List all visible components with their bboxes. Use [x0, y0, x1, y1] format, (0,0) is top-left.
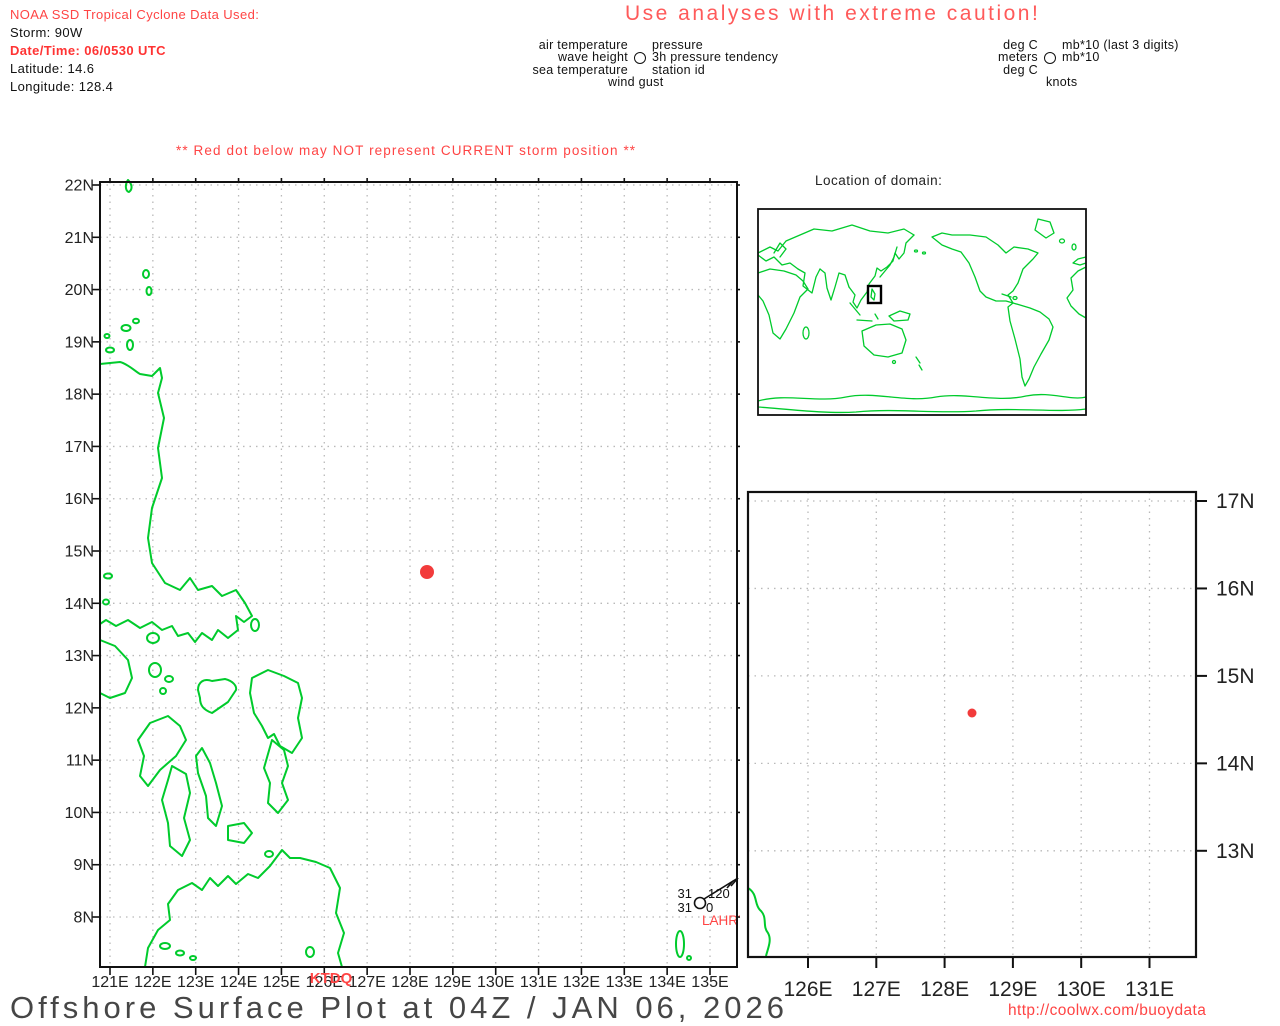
x-tick-label: 134E: [648, 974, 685, 991]
storm-position-dot: [420, 565, 434, 579]
datetime-line: Date/Time: 06/0530 UTC: [10, 43, 166, 58]
station-plot-units: deg C mb*10 (last 3 digits) meters mb*10…: [928, 39, 1179, 89]
y-tick-label: 20N: [65, 282, 94, 299]
x-tick-label: 130E: [477, 974, 514, 991]
station-sea-temp: 31: [678, 900, 692, 915]
y-tick-label: 16N: [1216, 577, 1255, 600]
y-tick-label: 14N: [1216, 752, 1255, 775]
station-plot-legend: air temperature pressure wave height 3h …: [520, 39, 778, 89]
y-tick-label: 9N: [74, 857, 94, 874]
data-source-line: NOAA SSD Tropical Cyclone Data Used:: [10, 7, 260, 22]
storm-position-warning: ** Red dot below may NOT represent CURRE…: [176, 143, 637, 158]
y-tick-label: 13N: [1216, 840, 1255, 863]
station-circle-icon: [693, 896, 707, 910]
station-pressure: 120: [708, 886, 730, 901]
x-tick-label: 127E: [348, 974, 385, 991]
y-tick-label: 13N: [65, 648, 94, 665]
longitude-line: Longitude: 128.4: [10, 79, 114, 94]
storm-id-line: Storm: 90W: [10, 25, 83, 40]
main-map-axis-labels: 121E 122E 123E 124E 125E 126E 127E 128E 129E 130E…: [65, 178, 729, 991]
y-tick-label: 18N: [65, 387, 94, 404]
x-tick-label: 133E: [606, 974, 643, 991]
storm-position-dot: [967, 708, 977, 718]
zoom-inset-frame: [746, 490, 1198, 959]
x-tick-label: 124E: [220, 974, 257, 991]
overlapping-station-id: KTDQ: [310, 970, 353, 987]
main-map-gridlines: [100, 182, 737, 967]
x-tick-label: 129E: [434, 974, 471, 991]
philippines-coastline: [99, 179, 692, 968]
world-coastlines: [757, 218, 1087, 414]
y-tick-label: 8N: [74, 910, 94, 927]
y-tick-label: 15N: [65, 544, 94, 561]
station-circle-icon: [634, 51, 646, 64]
x-tick-label: 129E: [988, 978, 1037, 1001]
unit-tendency: mb*10: [1062, 50, 1100, 65]
station-circle-icon: [1044, 51, 1056, 64]
x-tick-label: 127E: [852, 978, 901, 1001]
x-tick-label: 122E: [134, 974, 171, 991]
unit-knots: knots: [1046, 75, 1078, 90]
y-tick-label: 15N: [1216, 665, 1255, 688]
plot-title: Offshore Surface Plot at 04Z / JAN 06, 2…: [10, 990, 788, 1025]
y-tick-label: 10N: [65, 805, 94, 822]
x-tick-label: 132E: [563, 974, 600, 991]
zoom-inset-map: 126E 127E 128E 129E 130E 131E 17N 16N 15N 14N 13N: [746, 490, 1255, 1001]
y-tick-label: 11N: [66, 753, 94, 770]
y-tick-label: 19N: [65, 334, 94, 351]
caution-banner: Use analyses with extreme caution!: [625, 2, 1041, 25]
x-tick-label: 128E: [920, 978, 969, 1001]
x-tick-label: 123E: [177, 974, 214, 991]
y-tick-label: 21N: [65, 230, 94, 247]
x-tick-label: 135E: [691, 974, 728, 991]
header-block: NOAA SSD Tropical Cyclone Data Used: Sto…: [10, 6, 259, 96]
legend-pressure-tendency: 3h pressure tendency: [652, 50, 779, 65]
x-tick-label: 130E: [1057, 978, 1106, 1001]
zoom-inset-axis-labels: 126E 127E 128E 129E 130E 131E 17N 16N 15N 14N 13N: [783, 490, 1254, 1001]
x-tick-label: 121E: [91, 974, 128, 991]
world-inset-title: Location of domain:: [815, 173, 943, 188]
x-tick-label: 126E: [783, 978, 832, 1001]
y-tick-label: 17N: [1216, 490, 1255, 513]
world-inset-frame: [757, 208, 1087, 416]
x-tick-label: 128E: [391, 974, 428, 991]
x-tick-label: 125E: [263, 974, 300, 991]
y-tick-label: 12N: [65, 700, 94, 717]
source-url-link[interactable]: http://coolwx.com/buoydata: [1008, 1002, 1206, 1020]
station-id-label: LAHR7: [702, 913, 740, 928]
legend-wind-gust: wind gust: [608, 75, 664, 90]
world-location-inset: [757, 208, 1087, 416]
zoom-inset-ticks: [807, 500, 1207, 968]
station-air-temp: 31: [678, 886, 692, 901]
main-map: 121E 122E 123E 124E 125E 126E 127E 128E 129E 130E…: [65, 178, 740, 991]
y-tick-label: 22N: [65, 178, 94, 195]
y-tick-label: 17N: [65, 439, 94, 456]
unit-meters: meters: [997, 50, 1038, 65]
x-tick-label: 131E: [1125, 978, 1174, 1001]
x-tick-label: 131E: [520, 974, 557, 991]
latitude-line: Latitude: 14.6: [10, 61, 95, 76]
main-map-ticks: [92, 178, 740, 975]
zoom-inset-gridlines: [748, 492, 1196, 957]
legend-wave-height: wave height: [557, 50, 628, 65]
y-tick-label: 14N: [65, 596, 94, 613]
samar-coast-fragment: [747, 887, 771, 957]
station-plot-lahr7: 31311200LAHR7: [678, 877, 740, 928]
unit-deg-c-sea: deg C: [1003, 62, 1038, 77]
y-tick-label: 16N: [65, 491, 94, 508]
